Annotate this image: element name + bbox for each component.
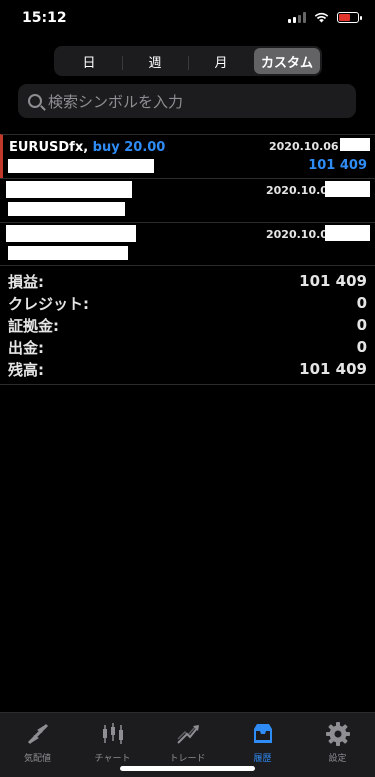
redaction-box	[6, 225, 136, 242]
search-input[interactable]: 検索シンボルを入力	[18, 84, 356, 118]
status-bar: 15:12	[0, 0, 375, 38]
summary-row-deposit: 証拠金: 0	[8, 316, 367, 335]
summary-row-withdrawal: 出金: 0	[8, 338, 367, 357]
home-indicator	[120, 766, 255, 771]
deal-profit: 101 409	[308, 158, 367, 173]
segment-week[interactable]: 週	[122, 48, 188, 74]
tab-settings[interactable]: 設定	[300, 713, 375, 777]
history-row[interactable]: 2020.10.06	[0, 222, 375, 266]
redaction-box	[8, 246, 128, 260]
account-summary: 損益: 101 409 クレジット: 0 証拠金: 0 出金: 0 残高: 101 409	[8, 270, 367, 380]
segment-day[interactable]: 日	[56, 48, 122, 74]
redaction-box	[325, 225, 370, 241]
history-list: EURUSDfx, buy 20.00 2020.10.06 101 409 2…	[0, 134, 375, 266]
quotes-icon	[27, 723, 48, 745]
search-placeholder: 検索シンボルを入力	[48, 92, 184, 111]
deal-symbol: EURUSDfx, buy 20.00	[9, 140, 166, 155]
battery-icon	[337, 12, 362, 23]
history-icon	[253, 724, 272, 743]
search-icon	[28, 94, 42, 108]
redaction-box	[8, 202, 125, 216]
redaction-box	[340, 138, 370, 151]
trade-icon	[176, 725, 199, 744]
segment-month[interactable]: 月	[188, 48, 254, 74]
deal-date: 2020.10.06	[269, 140, 339, 153]
redaction-box	[6, 181, 132, 198]
history-row[interactable]: 2020.10.06	[0, 178, 375, 222]
period-segmented-control[interactable]: 日 週 月 カスタム	[54, 46, 322, 76]
redaction-box	[325, 181, 370, 197]
redaction-box	[8, 159, 154, 173]
chart-icon	[102, 723, 123, 744]
summary-row-profit: 損益: 101 409	[8, 272, 367, 291]
divider	[0, 384, 375, 385]
wifi-icon	[314, 12, 329, 23]
tab-quotes[interactable]: 気配値	[0, 713, 75, 777]
segment-custom[interactable]: カスタム	[254, 48, 320, 74]
history-row[interactable]: EURUSDfx, buy 20.00 2020.10.06 101 409	[0, 134, 375, 178]
summary-row-balance: 残高: 101 409	[8, 360, 367, 379]
deal-side: buy 20.00	[92, 140, 166, 155]
summary-row-credit: クレジット: 0	[8, 294, 367, 313]
cellular-signal-icon	[288, 12, 306, 23]
settings-icon	[325, 722, 350, 746]
status-time: 15:12	[22, 10, 67, 26]
